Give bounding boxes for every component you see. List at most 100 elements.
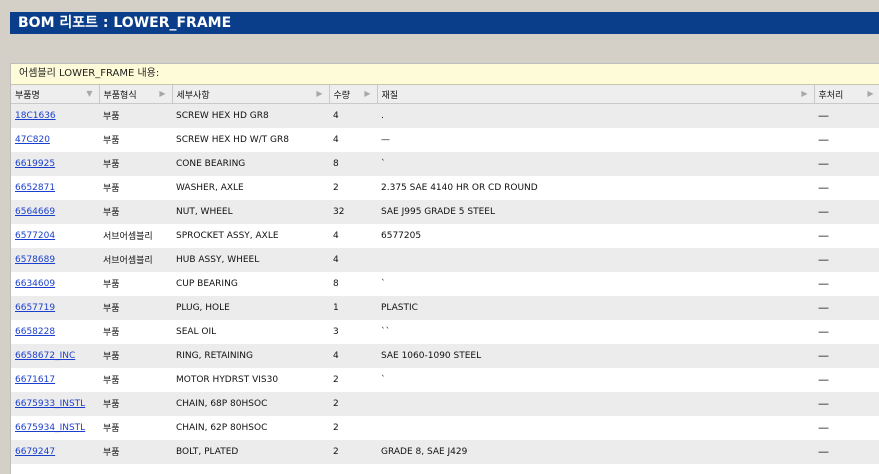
part-link[interactable]: 6577204: [15, 231, 55, 241]
column-header-part-type[interactable]: 부품형식 ▶: [99, 85, 173, 104]
cell-post-process: —: [818, 421, 829, 434]
table-row: 6578689 서브어셈블리 HUB ASSY, WHEEL 4 —: [11, 247, 879, 272]
table-row: 6634609 부품 CUP BEARING 8 ` —: [11, 271, 879, 296]
cell-part-type: 부품: [103, 159, 120, 170]
cell-details: CUP BEARING: [176, 278, 238, 289]
cell-part-name: 6657719: [11, 296, 99, 320]
column-header-label: 재질: [381, 90, 399, 101]
cell-details: SCREW HEX HD GR8: [176, 110, 269, 121]
cell-details: NUT, WHEEL: [176, 206, 233, 217]
cell-quantity: 2: [333, 374, 339, 385]
cell-post-process: —: [818, 109, 829, 123]
cell-material: PLASTIC: [381, 302, 418, 313]
cell-part-type: 부품: [103, 112, 120, 122]
cell-details: SCREW HEX HD W/T GR8: [176, 134, 289, 145]
cell-material: [377, 416, 814, 440]
cell-details: BOLT, PLATED: [176, 446, 239, 457]
cell-post-process: —: [818, 373, 829, 386]
cell-material: 2.375 SAE 4140 HR OR CD ROUND: [381, 182, 538, 193]
cell-part-type: 부품: [103, 375, 120, 386]
column-header-quantity[interactable]: 수량 ▶: [329, 85, 378, 104]
cell-quantity: 4: [333, 254, 339, 265]
table-header-row: 부품명 ▼ 부품형식 ▶ 세부사항 ▶ 수량 ▶ 재질 ▶ 후처리 ▶: [11, 85, 879, 104]
cell-part-name: 6675934_INSTL: [11, 416, 99, 440]
table-row: 6577204 서브어셈블리 SPROCKET ASSY, AXLE 4 6577205…: [11, 223, 879, 248]
cell-part-name: 47C820: [11, 128, 99, 152]
table-row: 47C820 부품 SCREW HEX HD W/T GR8 4 — —: [11, 127, 879, 152]
cell-part-name: 6652871: [11, 176, 99, 200]
part-link[interactable]: 6679247: [15, 447, 55, 457]
cell-post-process: —: [818, 325, 829, 338]
sort-right-icon[interactable]: ▶: [316, 85, 322, 103]
cell-part-type: 부품: [103, 279, 120, 290]
table-body: 18C1636 부품 SCREW HEX HD GR8 4. — 47C820 부품 SCRE…: [11, 103, 879, 464]
column-header-label: 후처리: [818, 90, 844, 101]
cell-material: `: [381, 158, 386, 169]
cell-details: PLUG, HOLE: [176, 302, 230, 313]
cell-part-type: 부품: [103, 351, 120, 362]
cell-post-process: —: [818, 277, 829, 290]
cell-part-type: 부품: [103, 399, 120, 410]
part-link[interactable]: 6675934_INSTL: [15, 423, 85, 433]
cell-post-process: —: [818, 205, 829, 218]
cell-quantity: 4: [333, 110, 339, 121]
part-link[interactable]: 47C820: [15, 135, 50, 145]
cell-quantity: 2: [333, 446, 339, 457]
part-link[interactable]: 6634609: [15, 279, 55, 289]
cell-part-name: 18C1636: [11, 104, 99, 128]
cell-material: [377, 248, 814, 272]
column-header-material[interactable]: 재질 ▶: [377, 85, 815, 104]
cell-part-type: 부품: [103, 207, 120, 218]
table-row: 6619925 부품 CONE BEARING 8 ` —: [11, 151, 879, 176]
cell-quantity: 2: [333, 182, 339, 193]
cell-post-process: —: [818, 253, 829, 266]
part-link[interactable]: 18C1636: [15, 111, 56, 121]
cell-material: —: [381, 134, 390, 145]
column-header-post-process[interactable]: 후처리 ▶: [814, 85, 879, 104]
cell-quantity: 8: [333, 158, 339, 169]
page-title: BOM 리포트 : LOWER_FRAME: [10, 12, 879, 34]
cell-material: 6577205: [381, 230, 422, 241]
part-link[interactable]: 6652871: [15, 183, 55, 193]
table-row: 6652871 부품 WASHER, AXLE 2 2.375 SAE 4140 HR …: [11, 175, 879, 200]
part-link[interactable]: 6564669: [15, 207, 55, 217]
cell-material: `: [381, 374, 386, 385]
part-link[interactable]: 6671617: [15, 375, 55, 385]
cell-quantity: 2: [333, 398, 339, 409]
cell-post-process: —: [818, 229, 829, 242]
column-header-label: 부품명: [15, 90, 40, 101]
sort-right-icon[interactable]: ▶: [159, 85, 165, 103]
assembly-caption: 어셈블리 LOWER_FRAME 내용:: [11, 64, 879, 85]
sort-right-icon[interactable]: ▶: [364, 85, 370, 103]
cell-details: WASHER, AXLE: [176, 182, 244, 193]
sort-right-icon[interactable]: ▶: [867, 85, 873, 103]
table-row: 6675934_INSTL 부품 CHAIN, 62P 80HSOC 2 —: [11, 415, 879, 440]
cell-quantity: 4: [333, 230, 339, 241]
cell-details: SPROCKET ASSY, AXLE: [176, 230, 279, 241]
column-header-part-name[interactable]: 부품명 ▼: [11, 85, 100, 104]
cell-part-type: 부품: [103, 135, 120, 146]
part-link[interactable]: 6578689: [15, 255, 55, 265]
part-link[interactable]: 6658228: [15, 327, 55, 337]
part-link[interactable]: 6658672_INC: [15, 351, 75, 361]
cell-part-type: 부품: [103, 447, 120, 458]
cell-details: MOTOR HYDRST VIS30: [176, 374, 279, 385]
cell-post-process: —: [818, 181, 829, 194]
table-row: 6679247 부품 BOLT, PLATED 2 GRADE 8, SAE J429 —: [11, 439, 879, 464]
cell-material: [377, 392, 814, 416]
cell-post-process: —: [818, 133, 829, 146]
sort-down-icon[interactable]: ▼: [86, 85, 92, 103]
cell-part-name: 6619925: [11, 152, 99, 176]
part-link[interactable]: 6657719: [15, 303, 55, 313]
table-row: 6564669 부품 NUT, WHEEL 32 SAE J995 GRADE 5 ST…: [11, 199, 879, 224]
sort-right-icon[interactable]: ▶: [801, 85, 807, 103]
cell-part-name: 6578689: [11, 248, 99, 272]
cell-part-type: 부품: [103, 303, 120, 314]
part-link[interactable]: 6619925: [15, 159, 55, 169]
column-header-details[interactable]: 세부사항 ▶: [172, 85, 330, 104]
part-link[interactable]: 6675933_INSTL: [15, 399, 85, 409]
cell-part-type: 부품: [103, 423, 120, 434]
cell-material: `: [381, 278, 386, 289]
cell-post-process: —: [818, 157, 829, 170]
cell-part-name: 6658228: [11, 320, 99, 344]
